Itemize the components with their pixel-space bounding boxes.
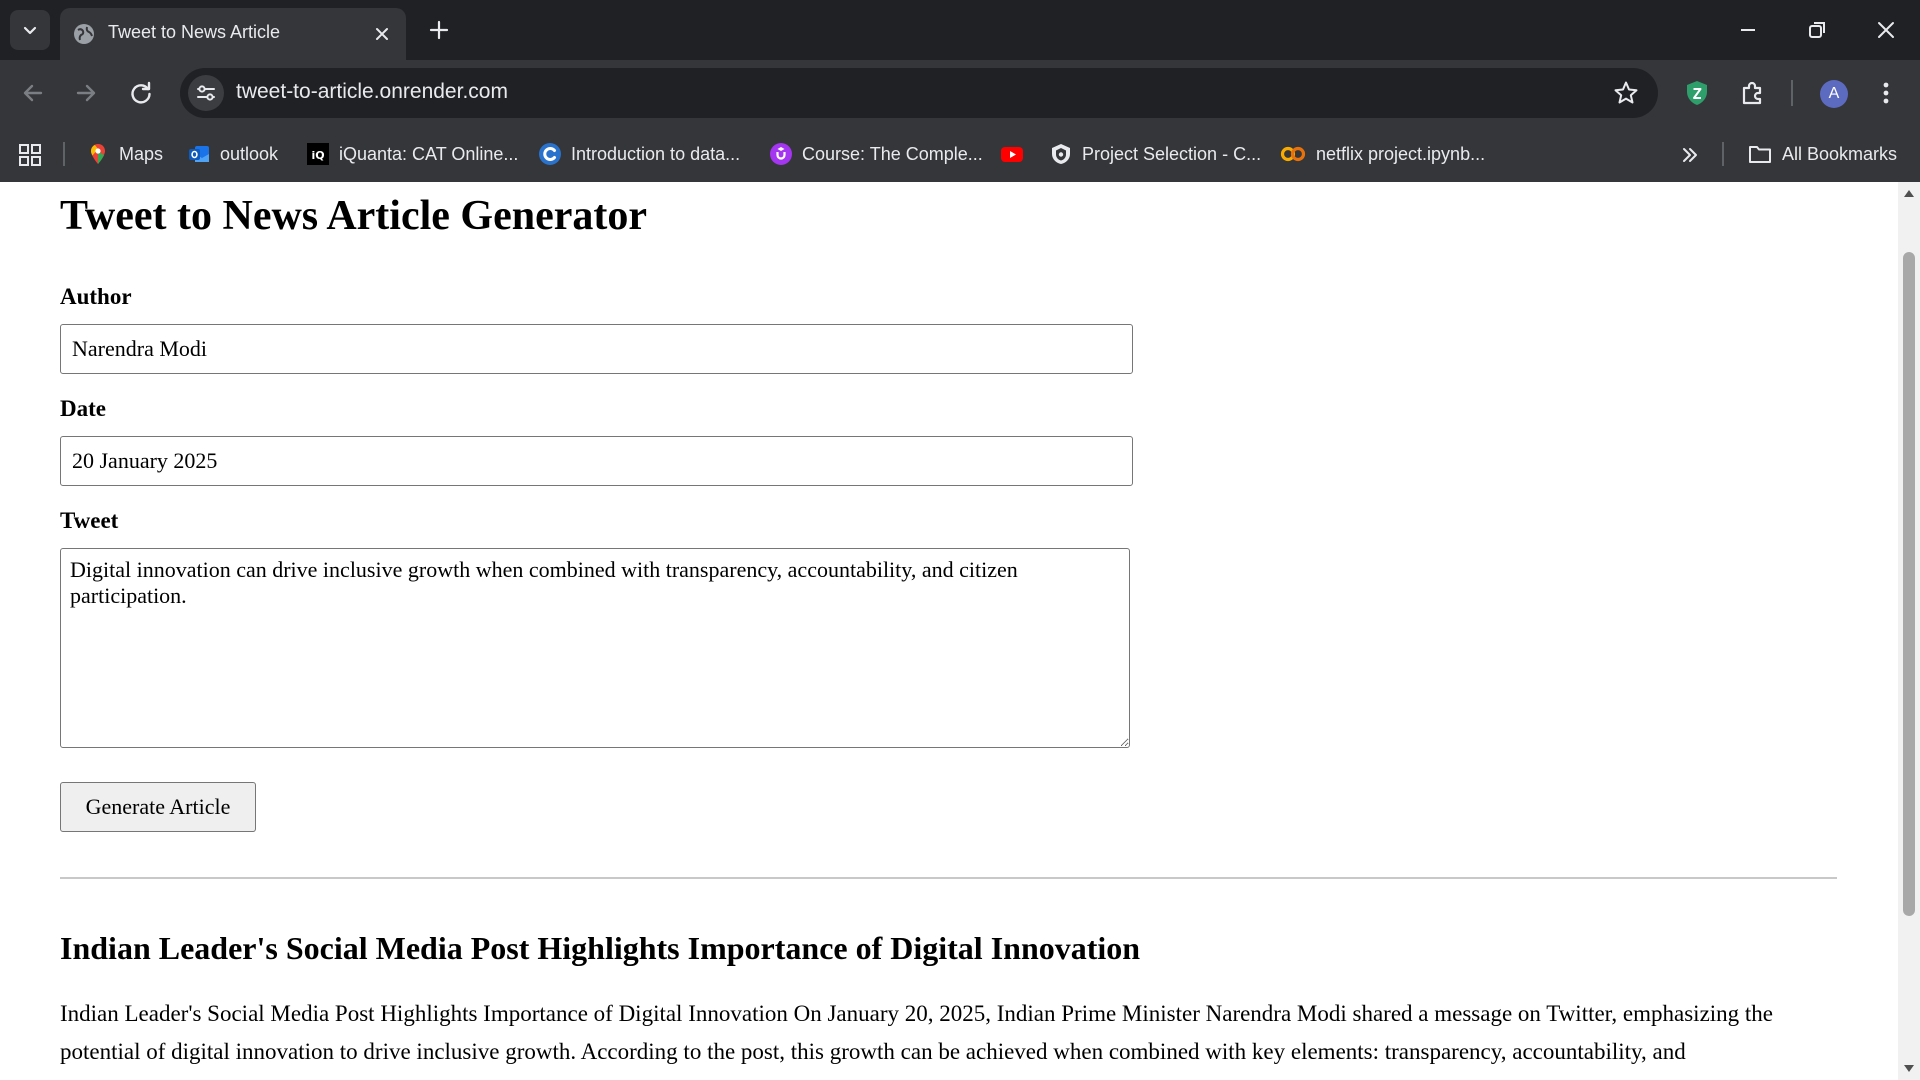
bookmarks-separator — [1722, 142, 1724, 166]
scrollbar-thumb[interactable] — [1903, 252, 1915, 916]
tweet-textarea[interactable]: Digital innovation can drive inclusive g… — [60, 548, 1130, 748]
reload-icon[interactable] — [125, 77, 157, 109]
outlook-icon — [189, 146, 209, 162]
page-scrollbar[interactable] — [1898, 182, 1920, 1080]
close-icon[interactable] — [370, 22, 394, 46]
address-bar[interactable]: tweet-to-article.onrender.com — [180, 68, 1658, 118]
bookmark-star-icon[interactable] — [1612, 79, 1640, 107]
bookmark-label: iQuanta: CAT Online... — [339, 143, 519, 164]
coursera-icon — [539, 143, 561, 165]
youtube-icon — [1001, 147, 1023, 162]
extensions-puzzle-icon[interactable] — [1737, 77, 1769, 109]
date-input[interactable] — [60, 436, 1133, 486]
horizontal-divider — [60, 877, 1837, 879]
page-title: Tweet to News Article Generator — [60, 193, 647, 239]
bookmarks-bar: Maps outlook iQ iQuanta: CAT Online... I… — [0, 126, 1920, 182]
generate-article-button[interactable]: Generate Article — [60, 782, 256, 832]
more-menu-icon[interactable] — [1870, 77, 1902, 109]
toolbar-separator — [1791, 80, 1793, 106]
bookmark-iquanta[interactable]: iQ iQuanta: CAT Online... — [307, 138, 518, 170]
extension-shield-icon[interactable] — [1681, 77, 1713, 109]
bookmark-course-the-comple[interactable]: Course: The Comple... — [770, 138, 983, 170]
restore-icon[interactable] — [1803, 16, 1831, 44]
tune-icon — [197, 85, 215, 101]
author-label: Author — [60, 284, 132, 309]
site-info-button[interactable] — [188, 75, 224, 111]
bookmark-netflix-project[interactable]: netflix project.ipynb... — [1280, 138, 1485, 170]
bookmark-label: Maps — [119, 143, 164, 164]
browser-toolbar: tweet-to-article.onrender.com A — [0, 60, 1920, 126]
shield-logo-icon — [1052, 144, 1070, 164]
globe-icon — [74, 24, 94, 44]
new-tab-plus-icon[interactable] — [425, 16, 453, 44]
author-input[interactable] — [60, 324, 1133, 374]
date-label: Date — [60, 396, 106, 421]
forward-arrow-icon[interactable] — [70, 77, 102, 109]
bookmark-label: Course: The Comple... — [802, 143, 983, 164]
apps-grid-icon[interactable] — [18, 143, 42, 167]
chevron-double-right-icon[interactable] — [1678, 143, 1702, 167]
minimize-icon[interactable] — [1734, 16, 1762, 44]
scroll-down-arrow-icon[interactable] — [1902, 1062, 1916, 1076]
bookmark-label: Project Selection - C... — [1082, 143, 1262, 164]
active-tab[interactable]: Tweet to News Article — [60, 8, 406, 60]
page-viewport: Tweet to News Article Generator Author D… — [0, 182, 1898, 1080]
bookmark-outlook[interactable]: outlook — [188, 138, 278, 170]
bookmark-label: outlook — [220, 143, 279, 164]
bookmarks-separator — [63, 142, 65, 166]
tweet-label: Tweet — [60, 508, 119, 533]
bookmark-project-selection[interactable]: Project Selection - C... — [1050, 138, 1261, 170]
udemy-icon — [770, 143, 792, 165]
all-bookmarks-label: All Bookmarks — [1782, 143, 1898, 164]
chevron-down-icon — [23, 26, 37, 35]
back-arrow-icon[interactable] — [17, 77, 49, 109]
maps-pin-icon — [91, 144, 105, 164]
svg-text:iQ: iQ — [311, 149, 324, 162]
folder-icon — [1749, 146, 1771, 163]
close-window-icon[interactable] — [1872, 16, 1900, 44]
profile-avatar[interactable]: A — [1820, 80, 1848, 108]
tab-search-button[interactable] — [10, 10, 50, 50]
tab-strip: Tweet to News Article — [0, 0, 1920, 60]
bookmark-youtube[interactable] — [1001, 138, 1023, 170]
article-body: Indian Leader's Social Media Post Highli… — [60, 1001, 1774, 1064]
all-bookmarks-button[interactable]: All Bookmarks — [1748, 138, 1897, 170]
url-text[interactable]: tweet-to-article.onrender.com — [236, 80, 508, 104]
bookmark-maps[interactable]: Maps — [87, 138, 163, 170]
bookmark-introduction-to-data[interactable]: Introduction to data... — [539, 138, 740, 170]
colab-icon — [1280, 146, 1306, 162]
tab-title: Tweet to News Article — [108, 22, 281, 42]
bookmark-label: netflix project.ipynb... — [1316, 143, 1486, 164]
scroll-up-arrow-icon[interactable] — [1902, 186, 1916, 200]
iquanta-icon: iQ — [307, 143, 329, 165]
article-title: Indian Leader's Social Media Post Highli… — [60, 930, 1141, 966]
bookmark-label: Introduction to data... — [571, 143, 741, 164]
